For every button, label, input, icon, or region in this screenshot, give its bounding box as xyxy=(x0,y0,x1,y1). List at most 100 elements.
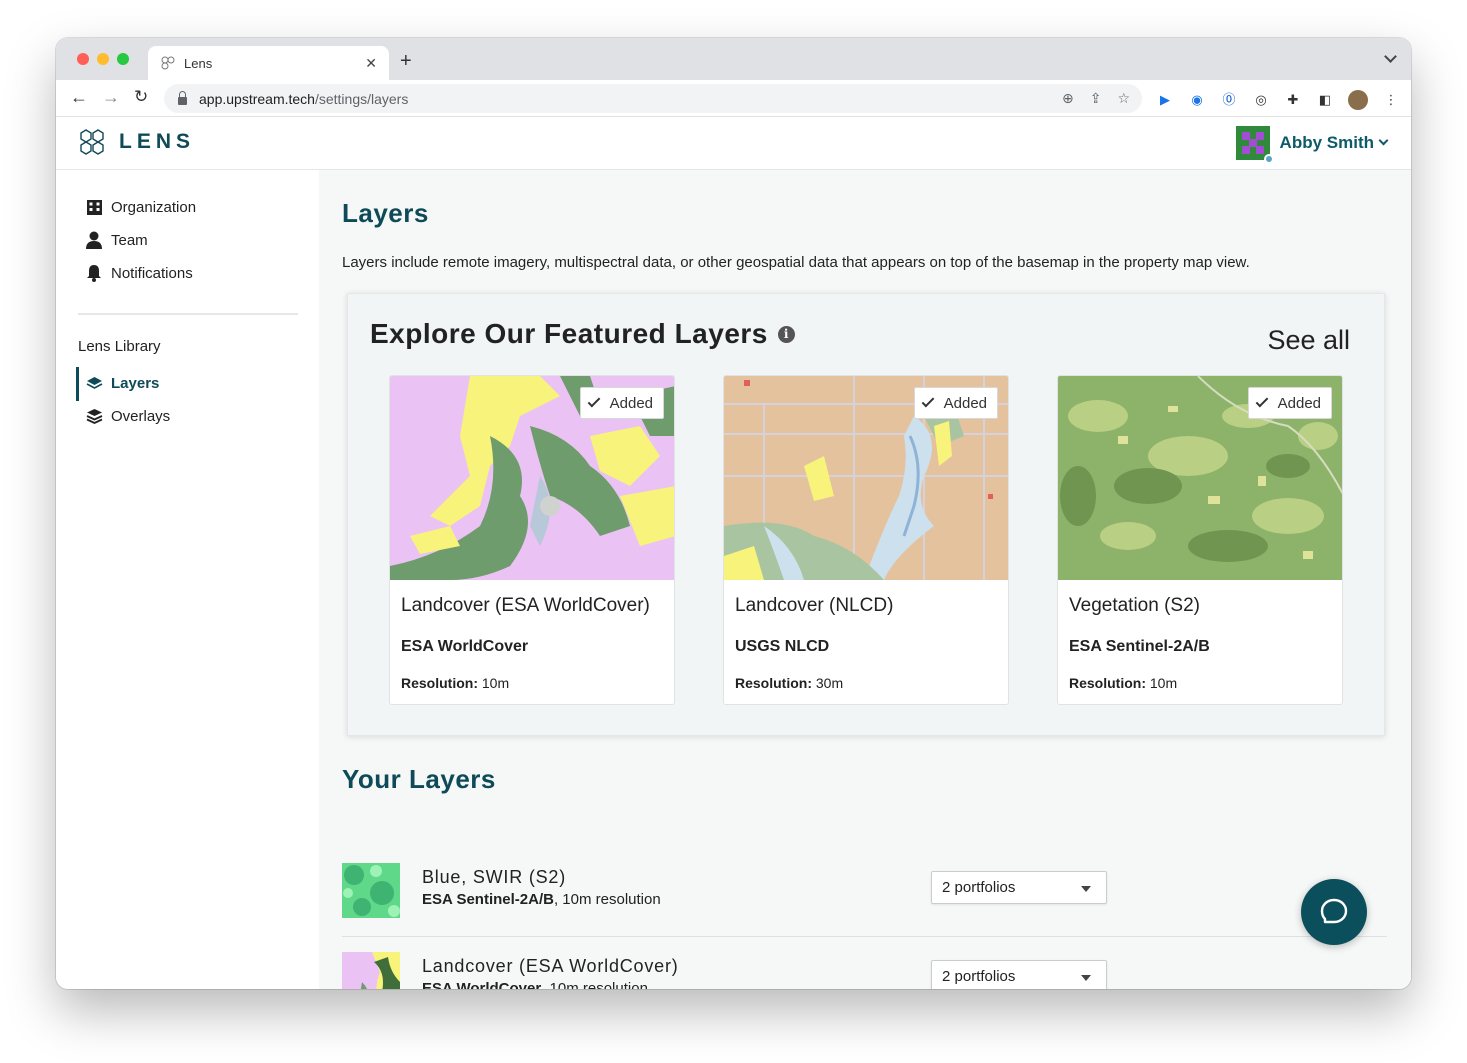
tab-search-chevron-icon[interactable] xyxy=(1384,50,1397,63)
sidebar-item-label: Notifications xyxy=(111,264,193,282)
close-window-button[interactable] xyxy=(77,53,89,65)
featured-card-nlcd[interactable]: Added Landcover (NLCD) USGS NLCD Resolut… xyxy=(723,375,1009,705)
address-bar[interactable]: app.upstream.tech/settings/layers ⊕ ⇪ ☆ xyxy=(164,84,1142,113)
layer-resolution: , 10m resolution xyxy=(553,891,661,908)
resolution-label: Resolution: xyxy=(1069,675,1146,691)
zoom-icon[interactable]: ⊕ xyxy=(1062,90,1074,107)
tab-strip: Lens ✕ + xyxy=(56,38,1411,80)
user-menu[interactable]: Abby Smith xyxy=(1235,126,1389,164)
sidebar-item-label: Team xyxy=(111,231,148,249)
featured-card-esa-worldcover[interactable]: Added Landcover (ESA WorldCover) ESA Wor… xyxy=(389,375,675,705)
portfolios-select[interactable]: 2 portfolios xyxy=(931,871,1107,904)
card-resolution: Resolution: 10m xyxy=(1069,675,1177,691)
address-bar-actions: ⊕ ⇪ ☆ xyxy=(1062,90,1130,107)
see-all-link[interactable]: See all xyxy=(1267,325,1350,356)
card-resolution: Resolution: 10m xyxy=(401,675,509,691)
status-dot xyxy=(1263,154,1274,164)
your-layers-title: Your Layers xyxy=(342,764,496,794)
forward-arrow-icon[interactable]: → xyxy=(102,87,120,108)
featured-title-text: Explore Our Featured Layers xyxy=(370,318,768,349)
support-chat-button[interactable] xyxy=(1301,879,1367,945)
profile-avatar-icon[interactable] xyxy=(1348,90,1368,110)
card-name: Vegetation (S2) xyxy=(1069,595,1200,616)
portfolios-select-value: 2 portfolios xyxy=(942,968,1016,985)
extensions-bar: ▶ ◉ ⓪ ◎ ✚ ◧ ⋮ xyxy=(1156,90,1400,110)
layer-row: Landcover (ESA WorldCover) ESA WorldCove… xyxy=(342,937,1387,989)
extension-eye-icon[interactable]: ◎ xyxy=(1252,91,1270,109)
chat-bubble-icon xyxy=(1320,898,1348,924)
back-arrow-icon[interactable]: ← xyxy=(70,87,88,108)
tab-close-icon[interactable]: ✕ xyxy=(365,55,377,72)
featured-card-vegetation-s2[interactable]: Added Vegetation (S2) ESA Sentinel-2A/B … xyxy=(1057,375,1343,705)
user-name: Abby Smith xyxy=(1279,133,1374,152)
new-tab-button[interactable]: + xyxy=(400,50,412,73)
sidebar-item-notifications[interactable]: Notifications xyxy=(85,264,193,282)
resolution-value: 30m xyxy=(815,675,844,691)
resolution-label: Resolution: xyxy=(735,675,812,691)
extension-password-icon[interactable]: ⓪ xyxy=(1220,91,1238,109)
added-badge[interactable]: Added xyxy=(1247,387,1332,419)
tab-title: Lens xyxy=(184,55,213,71)
reload-icon[interactable]: ↻ xyxy=(134,87,148,107)
user-avatar xyxy=(1235,126,1274,164)
featured-layers-panel: Explore Our Featured Layers i See all Ad… xyxy=(347,293,1385,736)
lens-library-heading: Lens Library xyxy=(78,338,161,355)
added-badge[interactable]: Added xyxy=(579,387,664,419)
layer-preview-image: Added xyxy=(390,376,674,580)
layer-row: Blue, SWIR (S2) ESA Sentinel-2A/B, 10m r… xyxy=(342,848,1387,936)
layer-source: ESA WorldCover xyxy=(422,980,542,989)
page-description: Layers include remote imagery, multispec… xyxy=(342,254,1250,271)
card-resolution: Resolution: 30m xyxy=(735,675,843,691)
sidebar-item-overlays[interactable]: Overlays xyxy=(85,407,170,425)
check-icon xyxy=(921,394,934,408)
browser-window: Lens ✕ + ← → ↻ app.upstream.tech/setting… xyxy=(56,38,1411,989)
sidebar-divider xyxy=(78,313,298,315)
sidebar-item-layers[interactable]: Layers xyxy=(85,374,159,392)
share-icon[interactable]: ⇪ xyxy=(1090,90,1102,107)
sidebar-item-organization[interactable]: Organization xyxy=(85,198,196,216)
url-host: app.upstream.tech xyxy=(199,90,315,107)
resolution-value: 10m xyxy=(481,675,510,691)
layer-thumbnail xyxy=(342,863,400,918)
check-icon xyxy=(587,394,600,408)
app-header: LENS Abby Smith xyxy=(56,118,1411,170)
lock-icon xyxy=(178,90,187,105)
added-badge[interactable]: Added xyxy=(913,387,998,419)
extension-c-icon[interactable]: ◉ xyxy=(1188,91,1206,109)
layer-meta: ESA WorldCover, 10m resolution xyxy=(422,980,648,989)
info-icon[interactable]: i xyxy=(777,325,795,343)
browser-menu-icon[interactable]: ⋮ xyxy=(1382,91,1400,109)
browser-tab[interactable]: Lens ✕ xyxy=(148,46,389,80)
page-title: Layers xyxy=(342,198,429,228)
settings-sidebar: Organization Team Notifications Lens Lib… xyxy=(56,170,319,989)
sidepanel-icon[interactable]: ◧ xyxy=(1316,91,1334,109)
layer-meta: ESA Sentinel-2A/B, 10m resolution xyxy=(422,891,661,908)
bell-icon xyxy=(85,264,103,282)
sidebar-item-label: Overlays xyxy=(111,407,171,425)
sidebar-item-label: Layers xyxy=(111,374,160,392)
card-source: ESA Sentinel-2A/B xyxy=(1069,638,1210,655)
card-source: USGS NLCD xyxy=(735,638,830,655)
layer-name: Landcover (ESA WorldCover) xyxy=(422,956,679,976)
sidebar-item-team[interactable]: Team xyxy=(85,231,148,249)
added-label: Added xyxy=(1277,394,1321,412)
maximize-window-button[interactable] xyxy=(117,53,129,65)
lens-favicon-icon xyxy=(161,56,175,70)
portfolios-select[interactable]: 2 portfolios xyxy=(931,960,1107,989)
extension-flag-icon[interactable]: ▶ xyxy=(1156,91,1174,109)
featured-title: Explore Our Featured Layers i xyxy=(370,318,795,350)
layers-icon xyxy=(85,374,103,392)
extensions-puzzle-icon[interactable]: ✚ xyxy=(1284,91,1302,109)
minimize-window-button[interactable] xyxy=(97,53,109,65)
layer-preview-image: Added xyxy=(1058,376,1342,580)
layer-preview-image: Added xyxy=(724,376,1008,580)
portfolios-select-value: 2 portfolios xyxy=(942,879,1016,896)
resolution-label: Resolution: xyxy=(401,675,478,691)
layer-thumbnail xyxy=(342,952,400,989)
lens-logo-icon xyxy=(80,129,104,155)
lens-logo[interactable]: LENS xyxy=(77,128,195,156)
building-icon xyxy=(85,198,103,216)
bookmark-star-icon[interactable]: ☆ xyxy=(1117,90,1130,107)
layer-name: Blue, SWIR (S2) xyxy=(422,867,567,887)
main-content: Layers Layers include remote imagery, mu… xyxy=(319,170,1411,989)
